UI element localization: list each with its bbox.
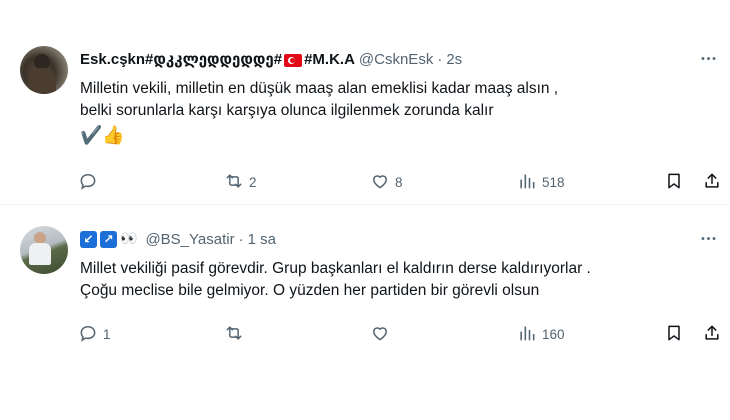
- tweet-text-line: Milletin vekili, milletin en düşük maaş …: [80, 80, 559, 97]
- arrow-up-right-icon: ↗: [100, 230, 117, 248]
- views-button[interactable]: 518: [517, 170, 565, 194]
- more-icon[interactable]: [698, 228, 718, 248]
- timestamp[interactable]: 1 sa: [248, 231, 276, 248]
- divider: [0, 204, 730, 205]
- reply-icon: [78, 323, 98, 346]
- turkey-flag-icon: [284, 53, 303, 67]
- share-button[interactable]: [702, 170, 722, 194]
- avatar[interactable]: [20, 226, 68, 274]
- like-button[interactable]: [370, 322, 395, 346]
- views-button[interactable]: 160: [517, 322, 565, 346]
- tweet-text: Millet vekiliği pasif görevdir. Grup baş…: [80, 258, 710, 302]
- like-count: 8: [395, 174, 403, 190]
- view-count: 160: [542, 326, 565, 342]
- tweet-2[interactable]: ↙ ↗ 👀 @BS_Yasatir · 1 sa Millet vekiliği p…: [0, 214, 730, 364]
- emoji-line: ✔️👍: [80, 125, 125, 145]
- tweet-header: Esk.cşkn#დკკლედდედდე# #M.K.A @CsknEsk · 2…: [80, 48, 462, 70]
- retweet-icon: [224, 323, 244, 346]
- tweet-text-line: belki sorunlarla karşı karşıya olunca il…: [80, 102, 494, 119]
- like-icon: [370, 171, 390, 194]
- more-icon[interactable]: [698, 48, 718, 68]
- tweet-1[interactable]: Esk.cşkn#დკკლედდედდე# #M.K.A @CsknEsk · 2…: [0, 34, 730, 204]
- action-bar: 1 160: [78, 322, 719, 346]
- share-button[interactable]: [702, 322, 722, 346]
- view-count: 518: [542, 174, 565, 190]
- bookmark-icon: [664, 323, 684, 346]
- display-name[interactable]: Esk.cşkn#დკკლედდედდე# #M.K.A: [80, 50, 355, 68]
- reply-count: 1: [103, 326, 111, 342]
- tweet-text: Milletin vekili, milletin en düşük maaş …: [80, 78, 710, 148]
- tweet-text-line: Çoğu meclise bile gelmiyor. O yüzden her…: [80, 282, 540, 299]
- tweet-text-line: Millet vekiliği pasif görevdir. Grup baş…: [80, 260, 591, 277]
- like-button[interactable]: 8: [370, 170, 403, 194]
- reply-button[interactable]: 1: [78, 322, 111, 346]
- bookmark-button[interactable]: [664, 322, 684, 346]
- separator: ·: [238, 230, 244, 248]
- timestamp[interactable]: 2s: [446, 51, 462, 68]
- share-icon: [702, 171, 722, 194]
- bookmark-icon: [664, 171, 684, 194]
- handle[interactable]: @BS_Yasatir: [145, 231, 234, 248]
- separator: ·: [437, 50, 443, 68]
- like-icon: [370, 323, 390, 346]
- display-name[interactable]: ↙ ↗ 👀: [80, 230, 141, 248]
- reply-button[interactable]: [78, 170, 103, 194]
- share-icon: [702, 323, 722, 346]
- avatar[interactable]: [20, 46, 68, 94]
- retweet-button[interactable]: 2: [224, 170, 257, 194]
- action-bar: 2 8 518: [78, 170, 719, 194]
- retweet-button[interactable]: [224, 322, 249, 346]
- bookmark-button[interactable]: [664, 170, 684, 194]
- views-icon: [517, 171, 537, 194]
- reply-icon: [78, 171, 98, 194]
- arrow-down-left-icon: ↙: [80, 230, 97, 248]
- handle[interactable]: @CsknEsk: [359, 51, 433, 68]
- retweet-count: 2: [249, 174, 257, 190]
- views-icon: [517, 323, 537, 346]
- eyes-icon: 👀: [120, 230, 138, 247]
- tweet-header: ↙ ↗ 👀 @BS_Yasatir · 1 sa: [80, 228, 276, 250]
- retweet-icon: [224, 171, 244, 194]
